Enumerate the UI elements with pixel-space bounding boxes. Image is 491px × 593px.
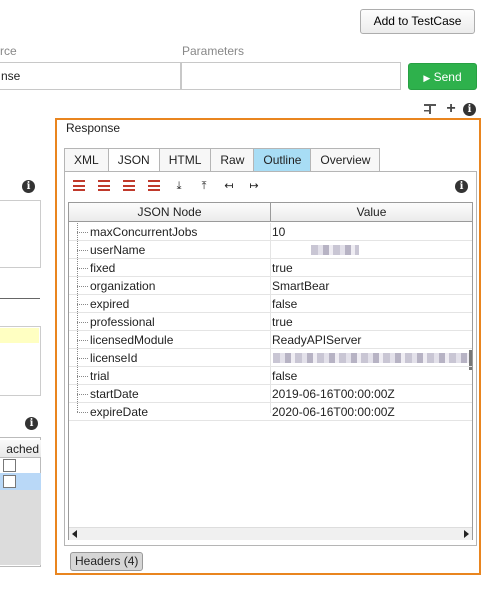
node-key: maxConcurrentJobs [90,225,198,239]
tab-xml[interactable]: XML [64,148,109,172]
table-row[interactable]: userName [69,241,472,259]
send-label: Send [433,70,462,84]
parameters-field[interactable] [181,62,401,90]
add-to-testcase-button[interactable]: Add to TestCase [360,9,475,34]
column-header-value[interactable]: Value [271,203,472,222]
node-value: false [272,369,298,383]
divider [0,298,40,299]
table-row[interactable]: professional true [69,313,472,331]
selected-list-item[interactable] [0,328,39,343]
checkbox[interactable] [3,475,16,488]
node-value: true [272,315,293,329]
redacted-value [273,353,469,363]
headers-button[interactable]: Headers (4) [70,552,144,571]
add-icon[interactable]: + [444,101,458,117]
move-down-icon[interactable]: ⤓ [173,180,185,192]
checkbox[interactable] [3,459,16,472]
node-key: fixed [90,261,116,275]
response-title: Response [66,121,121,135]
node-key: userName [90,243,146,257]
node-value: SmartBear [272,279,330,293]
node-value: 10 [272,225,286,239]
expand-all-icon[interactable] [98,180,110,191]
redacted-value [311,245,359,255]
format-icon[interactable] [423,102,437,116]
table-row[interactable]: startDate 2019-06-16T00:00:00Z [69,385,472,403]
scroll-left-icon[interactable] [72,530,77,538]
tab-html[interactable]: HTML [158,148,212,172]
scroll-right-icon[interactable] [464,530,469,538]
table-row[interactable]: trial false [69,367,472,385]
move-up-icon[interactable]: ⤒ [198,180,210,192]
tab-outline[interactable]: Outline [253,148,312,172]
left-list-box [0,200,41,268]
source-label: rce [0,44,17,58]
move-first-icon[interactable]: ↤ [223,180,235,192]
node-value: true [272,261,293,275]
table-row[interactable]: licensedModule ReadyAPIServer [69,331,472,349]
info-icon[interactable]: i [463,103,476,116]
left-table-header: ached [0,440,41,458]
node-value: ReadyAPIServer [272,333,362,347]
table-row[interactable]: expireDate 2020-06-16T00:00:00Z [69,403,472,421]
info-icon[interactable]: i [25,417,38,430]
node-key: organization [90,279,156,293]
node-value: 2019-06-16T00:00:00Z [272,387,395,401]
response-tabs: XML JSON HTML Raw Outline Overview [64,148,381,172]
json-outline-table: JSON Node Value maxConcurrentJobs 10 use… [68,202,473,540]
collapse-icon[interactable] [123,180,135,191]
collapse-all-icon[interactable] [73,180,85,191]
node-key: professional [90,315,155,329]
horizontal-scrollbar[interactable] [69,527,472,540]
column-header-json-node[interactable]: JSON Node [69,203,271,222]
node-value: 2020-06-16T00:00:00Z [272,405,395,419]
play-icon: ▶ [423,73,431,83]
table-row[interactable]: maxConcurrentJobs 10 [69,223,472,241]
table-row[interactable]: expired false [69,295,472,313]
tab-raw[interactable]: Raw [210,148,255,172]
info-icon[interactable]: i [22,180,35,193]
node-key: licenseId [90,351,138,365]
table-row[interactable]: fixed true [69,259,472,277]
node-key: expired [90,297,130,311]
parameters-label: Parameters [182,44,245,58]
move-last-icon[interactable]: ↦ [248,180,260,192]
table-row[interactable]: organization SmartBear [69,277,472,295]
info-icon[interactable]: i [455,180,468,193]
tab-json[interactable]: JSON [107,148,160,172]
node-key: expireDate [90,405,149,419]
expand-icon[interactable] [148,180,160,191]
tab-overview[interactable]: Overview [310,148,381,172]
node-key: trial [90,369,110,383]
left-table-empty-area [0,490,41,565]
table-row[interactable]: licenseId [69,349,472,367]
send-button[interactable]: ▶ Send [408,63,477,90]
source-field[interactable]: nse [0,62,181,90]
node-value: false [272,297,298,311]
node-key: licensedModule [90,333,174,347]
node-key: startDate [90,387,139,401]
